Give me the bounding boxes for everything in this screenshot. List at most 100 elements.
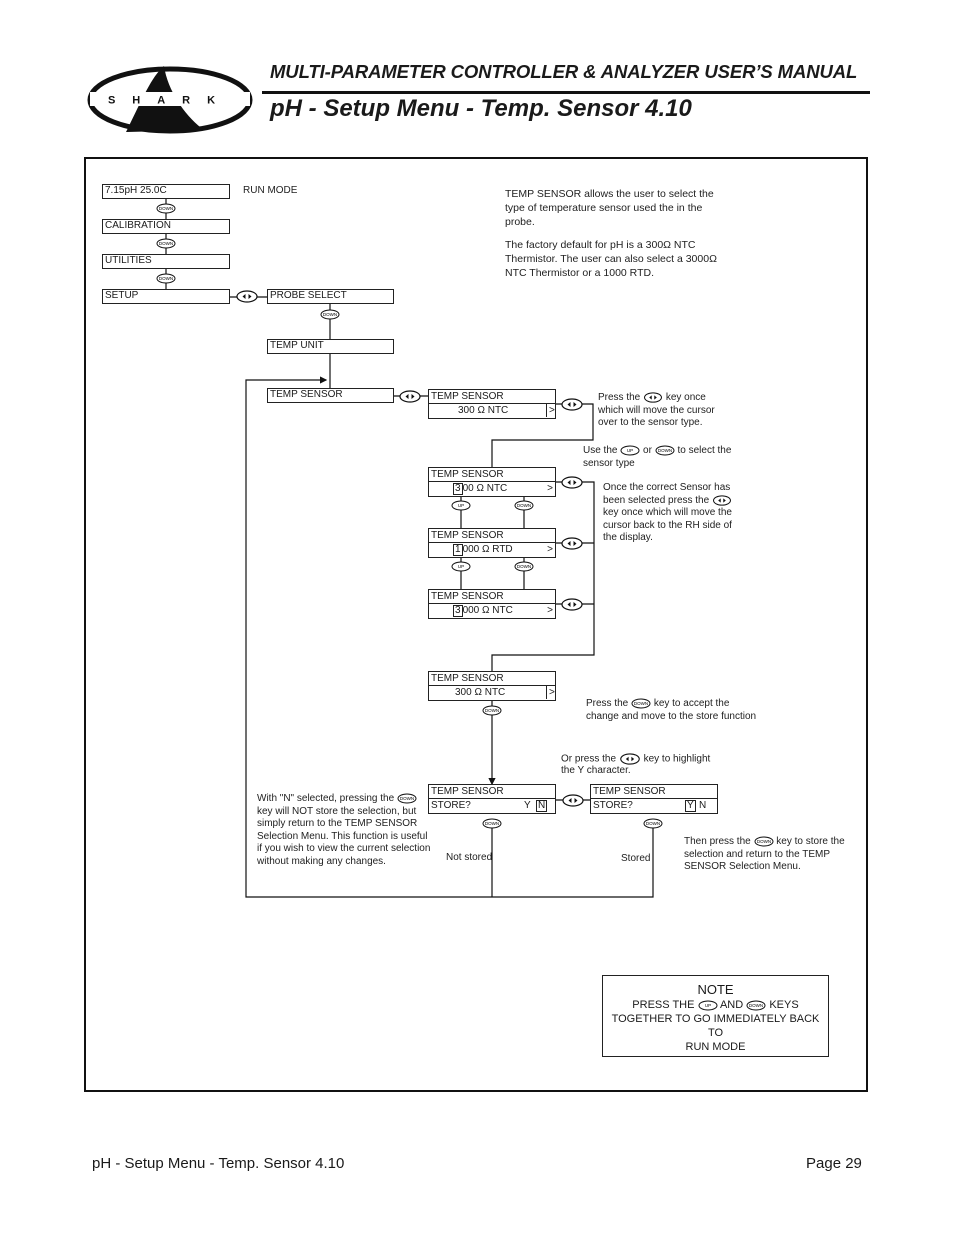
note-box: NOTE PRESS THE UP AND DOWN KEYS TOGETHER…	[602, 975, 829, 1057]
down-key-icon[interactable]: DOWN	[156, 238, 176, 249]
svg-text:DOWN: DOWN	[756, 839, 770, 844]
cursor-arrow: >	[547, 605, 553, 616]
cursor-arrow: >	[547, 483, 553, 494]
sensor-value: 300 Ω NTC	[458, 405, 509, 416]
up-key-icon: UP	[620, 445, 640, 456]
use-up-down-instruction: Use the UP or DOWN to select the sensor …	[583, 445, 732, 469]
left-right-key-icon[interactable]	[561, 598, 583, 611]
left-right-key-icon[interactable]	[562, 794, 584, 807]
sensor-value: 00 Ω NTC	[462, 483, 508, 494]
svg-text:DOWN: DOWN	[749, 1003, 763, 1008]
temp-sensor-initial-display: TEMP SENSOR 300 Ω NTC >	[428, 389, 556, 419]
svg-text:DOWN: DOWN	[159, 241, 173, 246]
stored-label: Stored	[621, 853, 651, 864]
svg-text:UP: UP	[704, 1003, 710, 1008]
down-key-icon[interactable]: DOWN	[482, 818, 502, 829]
svg-text:DOWN: DOWN	[485, 708, 499, 713]
svg-text:UP: UP	[627, 448, 633, 453]
left-right-key-icon[interactable]	[561, 537, 583, 550]
display-title: TEMP SENSOR	[429, 590, 555, 604]
note-line-3: RUN MODE	[685, 1041, 746, 1053]
footer-page-number: Page 29	[806, 1155, 862, 1172]
svg-text:DOWN: DOWN	[159, 206, 173, 211]
n-selected-instruction: With "N" selected, pressing the DOWN key…	[257, 793, 431, 867]
svg-text:DOWN: DOWN	[400, 796, 414, 801]
up-key-icon[interactable]: UP	[451, 500, 471, 511]
footer-section-title: pH - Setup Menu - Temp. Sensor 4.10	[92, 1155, 345, 1172]
down-key-icon[interactable]: DOWN	[482, 705, 502, 716]
then-store-instruction: Then press the DOWN key to store the sel…	[684, 836, 845, 873]
temp-sensor-display: TEMP SENSOR	[267, 388, 394, 403]
sensor-value: 300 Ω NTC	[455, 687, 506, 698]
svg-text:DOWN: DOWN	[658, 448, 672, 453]
left-right-key-icon	[644, 392, 663, 403]
temp-sensor-option-3000: TEMP SENSOR 3 000 Ω NTC >	[428, 589, 556, 619]
intro-description: TEMP SENSOR allows the user to select th…	[505, 187, 720, 280]
temp-unit-display: TEMP UNIT	[267, 339, 394, 354]
intro-paragraph-1: TEMP SENSOR allows the user to select th…	[505, 188, 714, 228]
run-mode-label: RUN MODE	[243, 185, 298, 196]
svg-text:DOWN: DOWN	[159, 276, 173, 281]
temp-sensor-option-1000: TEMP SENSOR 1 000 Ω RTD >	[428, 528, 556, 558]
svg-text:UP: UP	[458, 564, 464, 569]
store-label: STORE?	[593, 800, 633, 811]
calibration-display: CALIBRATION	[102, 219, 230, 234]
down-key-icon: DOWN	[631, 698, 651, 709]
store-y-option-selected: Y	[685, 800, 696, 812]
down-key-icon: DOWN	[655, 445, 675, 456]
cursor-digit: 3	[453, 605, 463, 617]
run-mode-display: 7.15pH 25.0C	[102, 184, 230, 199]
left-right-key-icon[interactable]	[236, 290, 258, 303]
sensor-value: 000 Ω RTD	[462, 544, 513, 555]
sensor-value: 000 Ω NTC	[462, 605, 513, 616]
up-key-icon[interactable]: UP	[451, 561, 471, 572]
display-title: TEMP SENSOR	[429, 390, 555, 404]
down-key-icon[interactable]: DOWN	[320, 309, 340, 320]
once-selected-instruction: Once the correct Sensor has been selecte…	[603, 482, 732, 544]
down-key-icon[interactable]: DOWN	[514, 500, 534, 511]
svg-text:DOWN: DOWN	[646, 821, 660, 826]
display-title: TEMP SENSOR	[429, 468, 555, 482]
svg-text:DOWN: DOWN	[517, 564, 531, 569]
down-key-icon[interactable]: DOWN	[514, 561, 534, 572]
down-key-icon: DOWN	[397, 793, 417, 804]
left-right-key-icon[interactable]	[399, 390, 421, 403]
left-right-key-icon[interactable]	[561, 398, 583, 411]
down-key-icon[interactable]: DOWN	[643, 818, 663, 829]
left-right-key-icon[interactable]	[561, 476, 583, 489]
temp-sensor-option-300: TEMP SENSOR 3 00 Ω NTC >	[428, 467, 556, 497]
store-n-option: N	[699, 800, 707, 811]
temp-sensor-accept-display: TEMP SENSOR 300 Ω NTC >	[428, 671, 556, 701]
display-title: TEMP SENSOR	[429, 785, 555, 799]
display-title: TEMP SENSOR	[429, 672, 555, 686]
display-value-row: 300 Ω NTC >	[429, 404, 555, 417]
down-key-icon[interactable]: DOWN	[156, 203, 176, 214]
press-lr-instruction: Press the key once which will move the c…	[598, 392, 715, 429]
accept-instruction: Press the DOWN key to accept the change …	[586, 698, 757, 722]
down-key-icon: DOWN	[754, 836, 773, 847]
left-right-key-icon	[620, 753, 640, 765]
intro-paragraph-2: The factory default for pH is a 300Ω NTC…	[505, 239, 717, 279]
svg-text:DOWN: DOWN	[323, 312, 337, 317]
store-label: STORE?	[431, 800, 471, 811]
note-title: NOTE	[697, 982, 734, 997]
cursor-digit: 1	[453, 544, 463, 556]
cursor-arrow: >	[546, 686, 555, 699]
down-key-icon[interactable]: DOWN	[156, 273, 176, 284]
probe-select-display: PROBE SELECT	[267, 289, 394, 304]
svg-text:DOWN: DOWN	[517, 503, 531, 508]
display-title: TEMP SENSOR	[591, 785, 717, 799]
cursor-arrow: >	[546, 404, 555, 417]
cursor-digit: 3	[453, 483, 463, 495]
display-title: TEMP SENSOR	[429, 529, 555, 543]
setup-display: SETUP	[102, 289, 230, 304]
highlight-y-instruction: Or press the key to highlight the Y char…	[561, 753, 711, 777]
svg-text:UP: UP	[458, 503, 464, 508]
cursor-arrow: >	[547, 544, 553, 555]
down-key-icon: DOWN	[746, 1000, 766, 1011]
svg-text:DOWN: DOWN	[634, 701, 648, 706]
left-right-key-icon	[712, 494, 731, 506]
note-line-1: PRESS THE UP AND DOWN KEYS	[632, 999, 799, 1011]
store-y-option: Y	[524, 800, 531, 811]
store-n-display: TEMP SENSOR STORE? Y N	[428, 784, 556, 814]
